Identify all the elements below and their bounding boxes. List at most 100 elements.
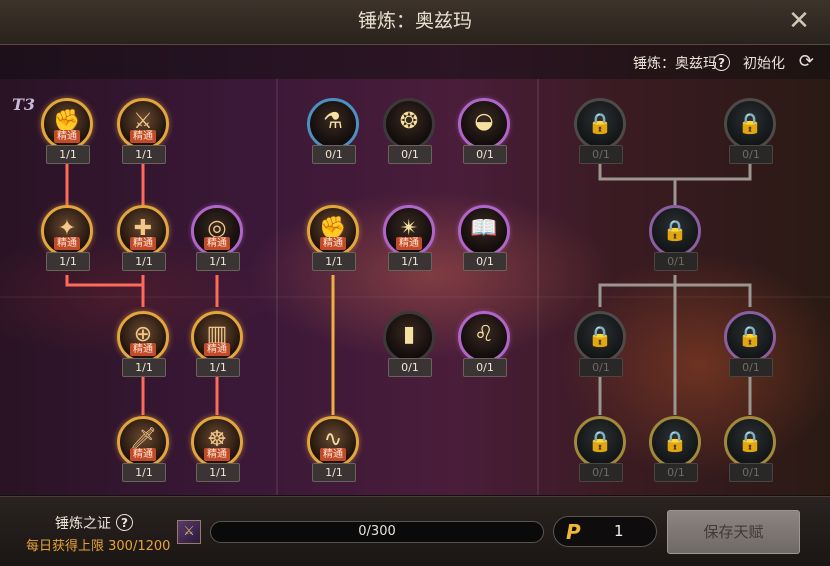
node-count: 1/1 — [312, 252, 356, 271]
close-icon[interactable]: ✕ — [786, 8, 812, 34]
mastery-tag: 精通 — [396, 237, 422, 250]
help-icon[interactable]: ? — [713, 54, 730, 71]
mastery-tag: 精通 — [204, 237, 230, 250]
mastery-tag: 精通 — [54, 237, 80, 250]
mastery-tag: 精通 — [130, 237, 156, 250]
skill-node-locked[interactable]: 🔒 0/1 — [572, 98, 628, 170]
lion-icon: ♌ — [458, 311, 510, 363]
skill-node-locked[interactable]: 🔒 0/1 — [572, 311, 628, 383]
mastery-tag: 精通 — [130, 130, 156, 143]
skill-node[interactable]: 🗡 精通 1/1 — [115, 416, 171, 488]
help-icon[interactable]: ? — [116, 514, 133, 531]
node-count: 0/1 — [463, 252, 507, 271]
node-count: 0/1 — [463, 358, 507, 377]
skill-node-locked[interactable]: 🔒 0/1 — [572, 416, 628, 488]
skill-node[interactable]: ✊ 精通 1/1 — [39, 98, 95, 170]
node-count: 0/1 — [463, 145, 507, 164]
node-count: 1/1 — [196, 252, 240, 271]
skill-node[interactable]: 📖 0/1 — [456, 205, 512, 277]
node-count: 0/1 — [729, 145, 773, 164]
mastery-tag: 精通 — [130, 343, 156, 356]
node-count: 1/1 — [196, 358, 240, 377]
node-count: 1/1 — [122, 463, 166, 482]
node-count: 0/1 — [729, 358, 773, 377]
skill-node[interactable]: ☸ 精通 1/1 — [189, 416, 245, 488]
progress-text: 0/300 — [358, 524, 396, 539]
window-title: 锤炼：奥兹玛 — [357, 10, 472, 32]
lock-icon: 🔒 — [574, 416, 626, 468]
skill-node-locked[interactable]: 🔒 0/1 — [722, 98, 778, 170]
talent-board: 锤炼：奥兹玛 ? 初始化 ⟳ T3 ✊ 精通 1/1 ⚔ 精通 1/1 ✦ 精通… — [0, 45, 830, 495]
skill-node[interactable]: ❂ 0/1 — [381, 98, 437, 170]
skill-node[interactable]: ✦ 精通 1/1 — [39, 205, 95, 277]
lock-icon: 🔒 — [724, 98, 776, 150]
skill-node[interactable]: ▥ 精通 1/1 — [189, 311, 245, 383]
info-bar: 锤炼：奥兹玛 ? 初始化 ⟳ — [0, 45, 830, 79]
skill-node[interactable]: ▮ 0/1 — [381, 311, 437, 383]
skill-node[interactable]: ✴ 精通 1/1 — [381, 205, 437, 277]
footer-bar: 锤炼之证 ? 每日获得上限 300/1200 ⚔ 0/300 P 1 保存天赋 — [0, 496, 830, 566]
tier-label: T3 — [12, 95, 36, 114]
pillar-icon: ▮ — [383, 311, 435, 363]
node-count: 1/1 — [122, 252, 166, 271]
daily-limit-text: 每日获得上限 300/1200 — [26, 539, 171, 554]
potion-icon: ⚗ — [307, 98, 359, 150]
lock-icon: 🔒 — [649, 416, 701, 468]
lock-icon: 🔒 — [724, 416, 776, 468]
node-count: 1/1 — [388, 252, 432, 271]
link-n3-n6 — [65, 275, 145, 307]
lock-icon: 🔒 — [574, 98, 626, 150]
lock-icon: 🔒 — [649, 205, 701, 257]
refresh-icon[interactable]: ⟳ — [799, 53, 814, 71]
skill-node[interactable]: ✊ 精通 1/1 — [305, 205, 361, 277]
node-count: 0/1 — [388, 358, 432, 377]
node-count: 0/1 — [729, 463, 773, 482]
node-count: 1/1 — [312, 463, 356, 482]
skill-node[interactable]: ♌ 0/1 — [456, 311, 512, 383]
node-count: 0/1 — [579, 463, 623, 482]
beast-icon: ❂ — [383, 98, 435, 150]
skill-node[interactable]: ∿ 精通 1/1 — [305, 416, 361, 488]
node-count: 0/1 — [579, 145, 623, 164]
eclipse-icon: ◒ — [458, 98, 510, 150]
node-count: 1/1 — [122, 358, 166, 377]
skill-node[interactable]: ◎ 1/1 精通 — [189, 205, 245, 277]
node-count: 1/1 — [46, 252, 90, 271]
mastery-tag: 精通 — [54, 130, 80, 143]
skill-node-locked[interactable]: 🔒 0/1 — [722, 416, 778, 488]
node-count: 0/1 — [579, 358, 623, 377]
node-count: 0/1 — [654, 463, 698, 482]
points-box: P 1 — [553, 516, 657, 547]
skill-node[interactable]: ✚ 精通 1/1 — [115, 205, 171, 277]
mastery-tag: 精通 — [320, 448, 346, 461]
mastery-tag: 精通 — [204, 448, 230, 461]
class-label: 锤炼：奥兹玛 — [633, 56, 717, 72]
skill-node[interactable]: ◒ 0/1 — [456, 98, 512, 170]
mastery-tag: 精通 — [204, 343, 230, 356]
lock-icon: 🔒 — [724, 311, 776, 363]
skill-node-locked[interactable]: 🔒 0/1 — [647, 416, 703, 488]
lock-icon: 🔒 — [574, 311, 626, 363]
skill-node-locked[interactable]: 🔒 0/1 — [647, 205, 703, 277]
skill-node[interactable]: ⊕ 精通 1/1 — [115, 311, 171, 383]
reset-label[interactable]: 初始化 — [743, 53, 785, 73]
proof-item-icon: ⚔ — [177, 520, 201, 544]
node-count: 1/1 — [196, 463, 240, 482]
title-bar: 锤炼：奥兹玛 ✕ — [0, 0, 830, 45]
mastery-tag: 精通 — [320, 237, 346, 250]
node-count: 1/1 — [46, 145, 90, 164]
node-count: 0/1 — [312, 145, 356, 164]
save-button[interactable]: 保存天赋 — [667, 510, 800, 554]
node-count: 0/1 — [654, 252, 698, 271]
node-count: 0/1 — [388, 145, 432, 164]
skill-node-locked[interactable]: 🔒 0/1 — [722, 311, 778, 383]
progress-bar: 0/300 — [210, 521, 544, 543]
tome-icon: 📖 — [458, 205, 510, 257]
points-icon: P — [566, 520, 581, 544]
proof-label: 锤炼之证 — [55, 516, 111, 532]
skill-node[interactable]: ⚗ 0/1 — [305, 98, 361, 170]
mastery-tag: 精通 — [130, 448, 156, 461]
skill-node[interactable]: ⚔ 精通 1/1 — [115, 98, 171, 170]
node-count: 1/1 — [122, 145, 166, 164]
points-value: 1 — [614, 522, 624, 540]
